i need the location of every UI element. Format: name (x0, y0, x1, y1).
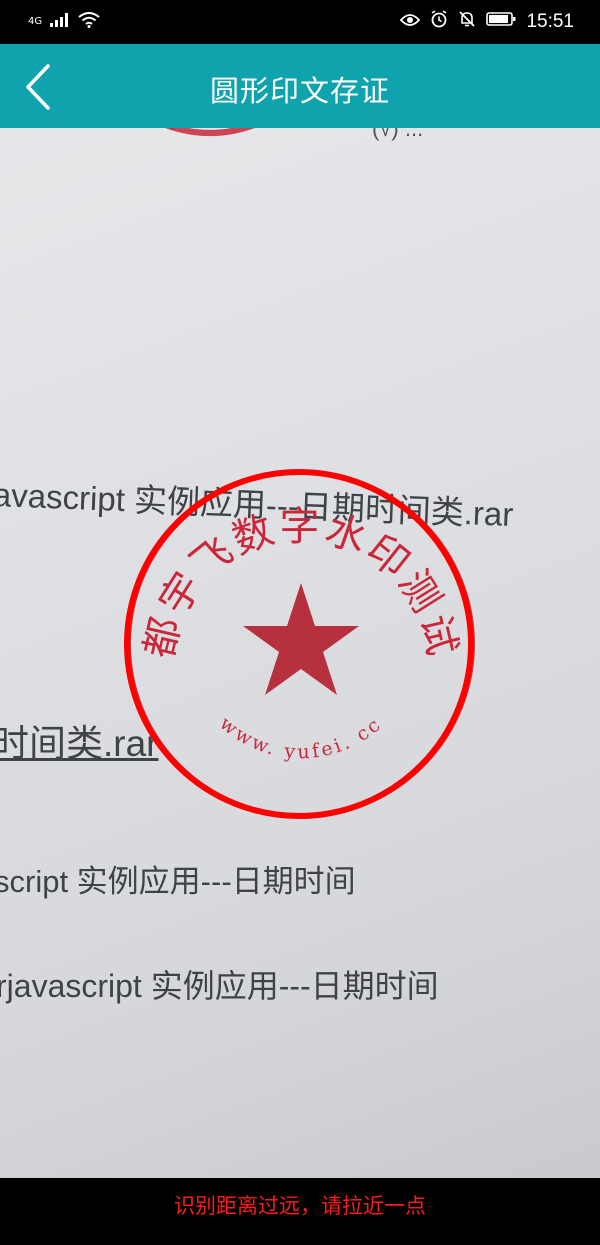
network-type: 4G (28, 16, 43, 27)
clock: 15:51 (526, 10, 574, 32)
app-bar: 圆形印文存证 (0, 44, 600, 128)
partial-stamp-text: yufei (169, 128, 215, 131)
partial-text-top: (√) ... (372, 128, 424, 141)
battery-icon (486, 11, 516, 32)
signal-icon (50, 13, 70, 30)
hint-bar: 识别距离过远，请拉近一点 (0, 1178, 600, 1245)
camera-preview: yufei (√) ... avascript 实例应用---日期时间类.rar… (0, 128, 600, 1178)
status-right: 15:51 (400, 10, 574, 33)
detection-ring (124, 469, 474, 819)
document-line-3: script 实例应用---日期时间 (0, 864, 356, 899)
alarm-icon (430, 10, 448, 33)
page-title: 圆形印文存证 (209, 74, 390, 108)
screen: 4G 15:51 圆形印文存证 (√) ... avascript 实例应用--… (0, 0, 600, 1245)
mute-icon (458, 10, 476, 33)
wifi-icon (78, 12, 100, 31)
eye-icon (400, 11, 421, 32)
document-line-4: rjavascript 实例应用---日期时间 (0, 968, 439, 1004)
distance-hint: 识别距离过远，请拉近一点 (174, 1194, 426, 1218)
status-bar: 4G 15:51 (0, 0, 600, 44)
status-left: 4G (28, 12, 100, 31)
partial-stamp: yufei (165, 128, 255, 136)
